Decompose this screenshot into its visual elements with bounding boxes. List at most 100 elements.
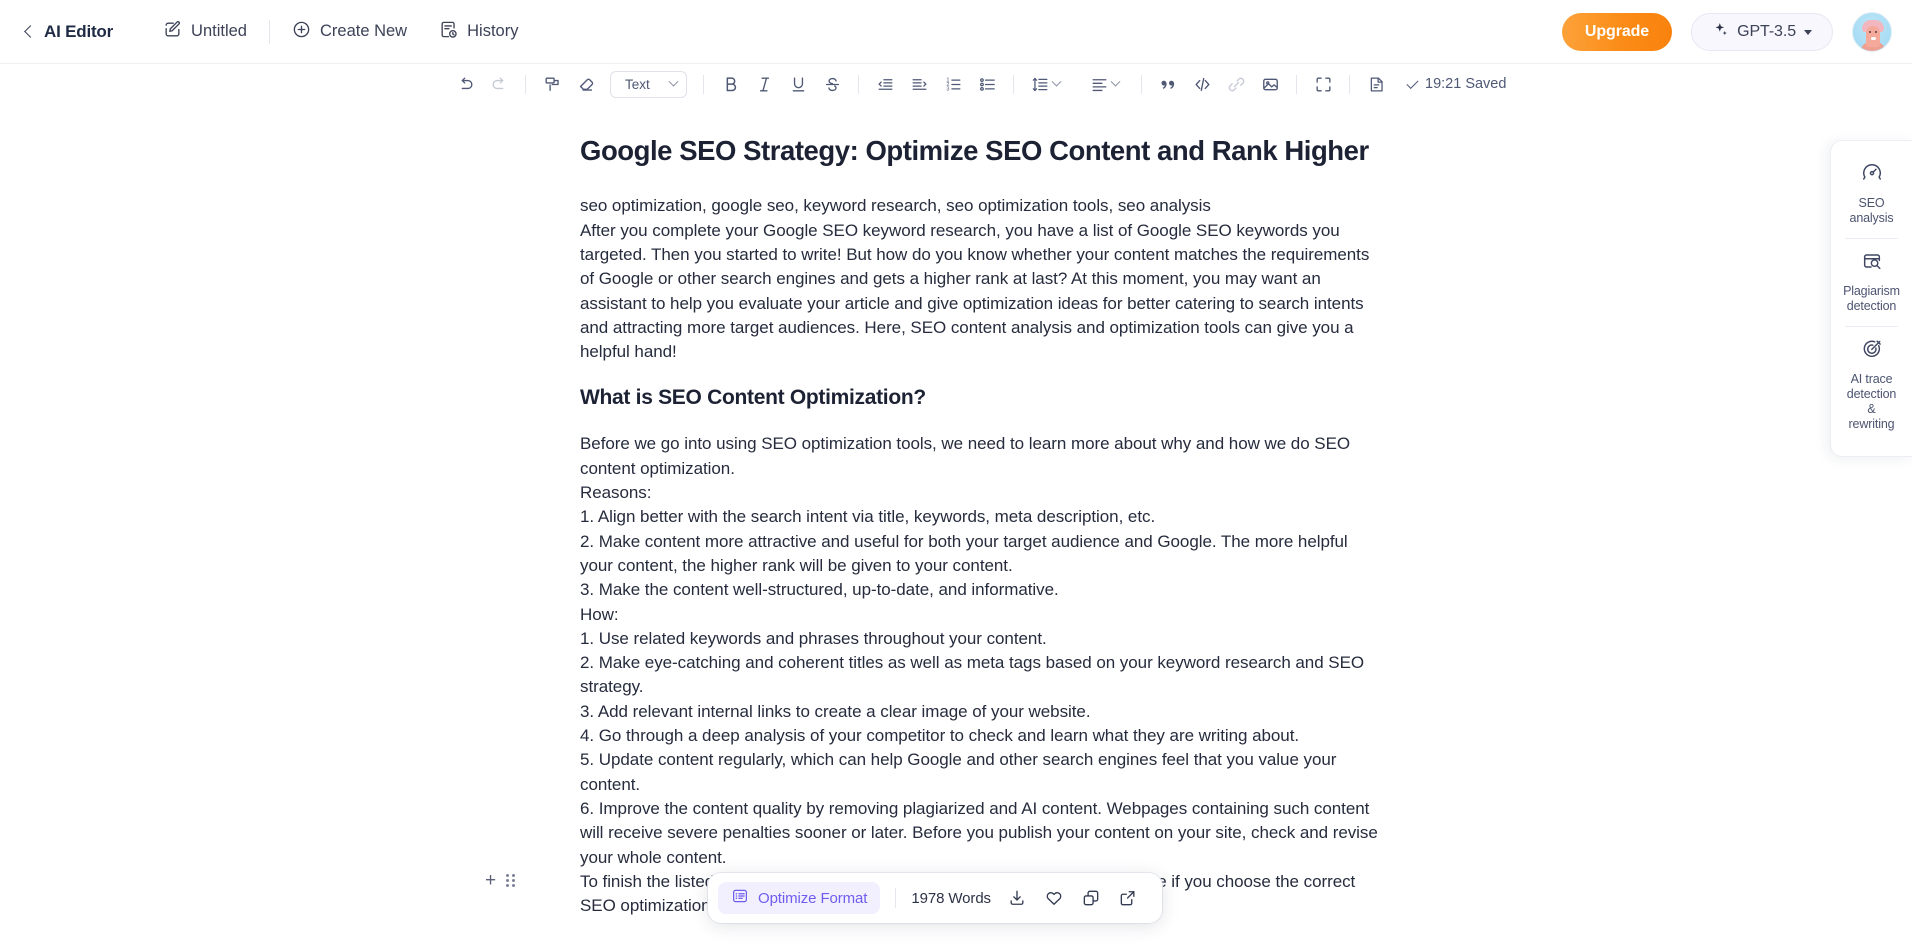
create-new-button[interactable]: Create New: [292, 20, 407, 44]
eraser-icon[interactable]: [569, 69, 603, 99]
line-height-button[interactable]: [1023, 69, 1062, 99]
panel-item-label: rewriting: [1848, 417, 1895, 431]
toolbar-divider: [1296, 74, 1297, 94]
target-pen-icon: [1861, 338, 1883, 365]
chevron-left-icon: [24, 25, 37, 38]
back-to-app-editor[interactable]: AI Editor: [24, 21, 114, 42]
document-clock-icon: [439, 20, 458, 44]
optimize-format-button[interactable]: Optimize Format: [718, 882, 881, 914]
quote-icon[interactable]: [1151, 69, 1185, 99]
svg-text:3: 3: [946, 86, 949, 92]
paragraph-how-label[interactable]: How:: [580, 603, 1380, 627]
paragraph-keywords[interactable]: seo optimization, google seo, keyword re…: [580, 194, 1380, 218]
page-title: AI Editor: [44, 21, 114, 41]
toolbar-divider: [1013, 74, 1014, 94]
edit-square-icon: [163, 20, 182, 44]
upgrade-button[interactable]: Upgrade: [1561, 13, 1673, 51]
code-icon[interactable]: [1185, 69, 1219, 99]
text-style-value: Text: [625, 76, 650, 92]
format-paint-icon[interactable]: [535, 69, 569, 99]
toolbar-divider: [525, 74, 526, 94]
paragraph-how-5[interactable]: 5. Update content regularly, which can h…: [580, 748, 1380, 797]
text-style-select[interactable]: Text: [610, 70, 687, 98]
paragraph-how-6[interactable]: 6. Improve the content quality by removi…: [580, 797, 1380, 870]
document-name-button[interactable]: Untitled: [163, 20, 247, 44]
paragraph-before[interactable]: Before we go into using SEO optimization…: [580, 432, 1380, 481]
app-header: AI Editor Untitled Create New History Up…: [0, 0, 1912, 64]
paragraph-reason-2[interactable]: 2. Make content more attractive and usef…: [580, 530, 1380, 579]
align-button[interactable]: [1082, 69, 1121, 99]
paragraph-reason-1[interactable]: 1. Align better with the search intent v…: [580, 505, 1380, 529]
panel-item-label: detection: [1846, 387, 1897, 401]
panel-item-label: Plagiarism: [1843, 284, 1900, 298]
format-toolbar: Text 1 2 3 19:21 Saved: [0, 64, 1912, 104]
list-panel-icon: [731, 887, 749, 910]
panel-item-label: AI trace: [1850, 372, 1893, 386]
plus-circle-icon: [292, 20, 311, 44]
drag-handle-icon[interactable]: [506, 873, 516, 887]
document-heading-2[interactable]: What is SEO Content Optimization?: [580, 386, 1380, 410]
word-count: 1978 Words: [911, 889, 991, 907]
toolbar-divider: [858, 74, 859, 94]
document-title[interactable]: Google SEO Strategy: Optimize SEO Conten…: [580, 134, 1380, 168]
save-status-label: 19:21 Saved: [1425, 76, 1507, 92]
check-icon: [1406, 76, 1419, 89]
paragraph-how-3[interactable]: 3. Add relevant internal links to create…: [580, 700, 1380, 724]
align-icon[interactable]: [1082, 69, 1116, 99]
toolbar-divider: [703, 74, 704, 94]
action-bar-divider: [895, 888, 897, 908]
page-search-icon: [1861, 250, 1883, 277]
history-button[interactable]: History: [439, 20, 518, 44]
favorite-button[interactable]: [1036, 881, 1073, 915]
header-divider: [268, 19, 270, 44]
indent-icon[interactable]: [902, 69, 936, 99]
share-button[interactable]: [1110, 881, 1147, 915]
panel-item-label: detection: [1846, 299, 1897, 313]
chevron-down-icon: [668, 76, 679, 87]
history-label: History: [467, 22, 519, 40]
toolbar-divider: [1349, 74, 1350, 94]
sparkles-icon: [1712, 21, 1729, 43]
copy-button[interactable]: [1073, 881, 1110, 915]
panel-divider: [1845, 238, 1898, 239]
paragraph-reason-3[interactable]: 3. Make the content well-structured, up-…: [580, 578, 1380, 602]
download-button[interactable]: [999, 881, 1036, 915]
plus-icon[interactable]: +: [485, 871, 496, 890]
line-height-icon[interactable]: [1023, 69, 1057, 99]
model-label: GPT-3.5: [1737, 23, 1796, 40]
italic-button[interactable]: [747, 69, 781, 99]
model-selector[interactable]: GPT-3.5: [1691, 13, 1833, 51]
bold-button[interactable]: [713, 69, 747, 99]
strikethrough-button[interactable]: [815, 69, 849, 99]
numbered-list-icon[interactable]: 1 2 3: [936, 69, 970, 99]
paragraph-how-2[interactable]: 2. Make eye-catching and coherent titles…: [580, 651, 1380, 700]
undo-button[interactable]: [448, 69, 482, 99]
link-icon[interactable]: [1219, 69, 1253, 99]
toolbar-divider: [1141, 74, 1142, 94]
paragraph-reasons-label[interactable]: Reasons:: [580, 481, 1380, 505]
paragraph-how-1[interactable]: 1. Use related keywords and phrases thro…: [580, 627, 1380, 651]
speedometer-icon: [1861, 162, 1883, 189]
paragraph-intro[interactable]: After you complete your Google SEO keywo…: [580, 219, 1380, 365]
avatar[interactable]: [1852, 12, 1892, 52]
panel-item-ai-trace-detection[interactable]: AI trace detection & rewriting: [1831, 329, 1912, 442]
panel-item-seo-analysis[interactable]: SEO analysis: [1831, 153, 1912, 236]
outdent-icon[interactable]: [868, 69, 902, 99]
bulleted-list-icon[interactable]: [970, 69, 1004, 99]
save-status: 19:21 Saved: [1406, 76, 1507, 92]
chevron-down-icon: [1804, 29, 1812, 35]
document-body[interactable]: Google SEO Strategy: Optimize SEO Conten…: [485, 134, 1380, 918]
fullscreen-icon[interactable]: [1306, 69, 1340, 99]
document-canvas[interactable]: Google SEO Strategy: Optimize SEO Conten…: [0, 104, 1912, 945]
image-icon[interactable]: [1253, 69, 1287, 99]
panel-item-label: SEO: [1858, 196, 1885, 210]
paragraph-how-4[interactable]: 4. Go through a deep analysis of your co…: [580, 724, 1380, 748]
panel-item-label: &: [1867, 402, 1876, 416]
page-icon[interactable]: [1359, 69, 1393, 99]
document-name-label: Untitled: [191, 22, 247, 40]
underline-button[interactable]: [781, 69, 815, 99]
panel-divider: [1845, 326, 1898, 327]
redo-button[interactable]: [482, 69, 516, 99]
block-controls: +: [485, 871, 516, 890]
panel-item-plagiarism-detection[interactable]: Plagiarism detection: [1831, 241, 1912, 324]
